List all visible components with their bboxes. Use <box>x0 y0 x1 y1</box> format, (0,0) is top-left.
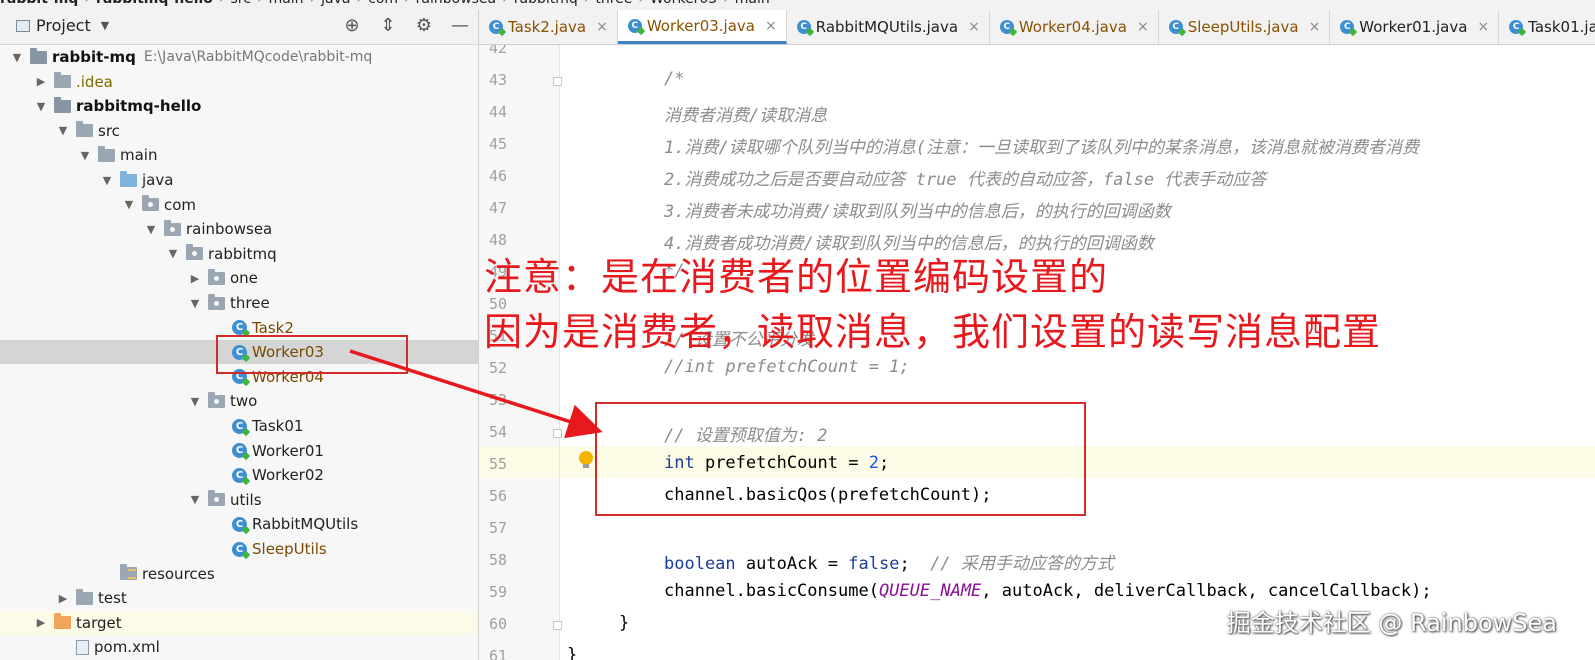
annotation-line-1: 注意：是在消费者的位置编码设置的 <box>484 255 1109 299</box>
annotation-line-2: 因为是消费者，读取消息，我们设置的读写消息配置 <box>484 310 1382 354</box>
watermark: 掘金技术社区 @ RainbowSea <box>1226 609 1557 637</box>
